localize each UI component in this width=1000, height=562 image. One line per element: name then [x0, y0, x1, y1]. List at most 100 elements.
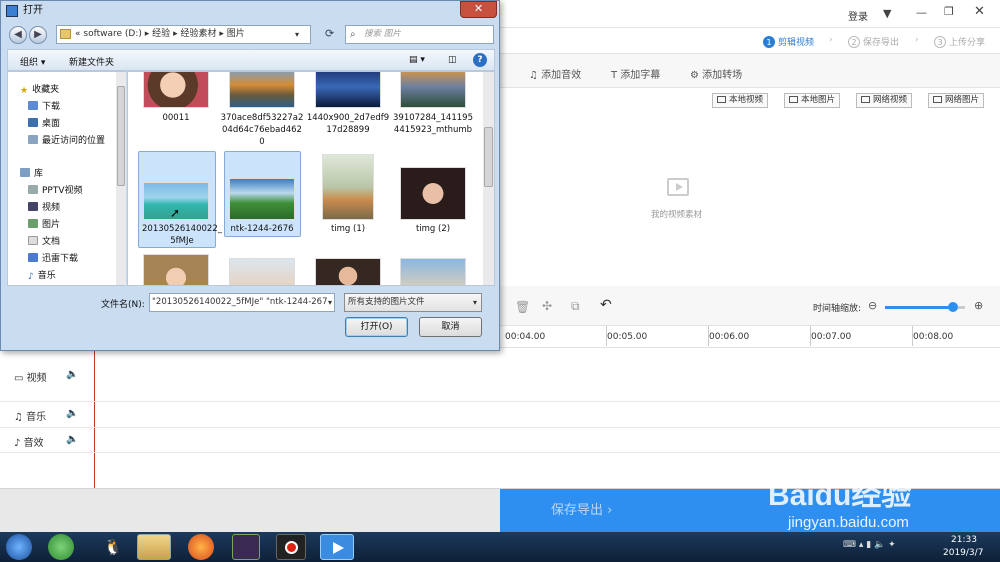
file-name[interactable]: 1440x900_2d7edf917d28899 [306, 112, 390, 136]
file-thumbnail[interactable] [400, 72, 466, 108]
ruler-tick: 00:07.00 [811, 332, 852, 342]
nav-item-recent[interactable]: 最近访问的位置 [28, 133, 105, 146]
video-editor-icon[interactable] [320, 534, 354, 560]
start-button[interactable] [6, 534, 32, 560]
firefox-icon[interactable] [188, 534, 214, 560]
file-thumbnail[interactable] [315, 72, 381, 108]
file-thumbnail[interactable] [143, 72, 209, 108]
nav-item-downloads[interactable]: 下载 [28, 99, 60, 112]
nav-item-desktop[interactable]: 桌面 [28, 116, 60, 129]
nav-item-pictures[interactable]: 图片 [28, 217, 60, 230]
file-thumbnail[interactable] [322, 154, 374, 220]
media-app-icon[interactable] [232, 534, 260, 560]
browser-360-icon[interactable] [48, 534, 74, 560]
dropdown-icon[interactable]: ▼ [883, 7, 891, 20]
zoom-in-icon[interactable]: ⊕ [974, 299, 983, 312]
zoom-out-icon[interactable]: ⊖ [868, 299, 877, 312]
step-export[interactable]: 2 保存导出 [848, 35, 899, 48]
nav-library-header[interactable]: 库 [20, 166, 43, 179]
explorer-icon[interactable] [137, 534, 171, 560]
online-video-button[interactable]: 网络视频 [856, 93, 913, 108]
back-button[interactable]: ◀ [9, 26, 27, 44]
library-icon [20, 168, 30, 177]
mouse-cursor-icon: ➚ [170, 206, 181, 220]
breadcrumb-folder[interactable]: 经验 [152, 29, 170, 39]
chevron-right-icon: › [829, 35, 833, 45]
file-thumbnail[interactable] [315, 258, 381, 285]
qq-icon[interactable]: 🐧 [98, 534, 128, 560]
filetype-select[interactable]: 所有支持的图片文件 ▾ [344, 293, 482, 312]
file-thumbnail[interactable] [229, 178, 295, 220]
file-name[interactable]: 20130526140022_5fMJe [140, 223, 224, 247]
local-video-button[interactable]: 本地视频 [712, 93, 769, 108]
address-bar[interactable]: « software (D:) ▸ 经验 ▸ 经验素材 ▸ 图片 ▾ [56, 25, 311, 44]
record-icon[interactable] [276, 534, 306, 560]
nav-item-music[interactable]: ♪ 音乐 [28, 268, 56, 282]
nav-item-thunder[interactable]: 迅雷下载 [28, 251, 78, 264]
file-name[interactable]: timg (2) [391, 223, 475, 235]
forward-button[interactable]: ▶ [29, 26, 47, 44]
online-image-button[interactable]: 网络图片 [928, 93, 985, 108]
zoom-slider[interactable] [885, 302, 965, 312]
speaker-icon[interactable]: 🔈 [66, 434, 78, 445]
delete-icon[interactable]: 🗑 [515, 300, 530, 314]
tab-add-subtitle[interactable]: T 添加字幕 [611, 66, 660, 81]
close-icon[interactable]: ✕ [974, 4, 985, 19]
chevron-down-icon[interactable]: ▾ [327, 294, 332, 311]
copy-icon[interactable]: ⧉ [571, 299, 580, 314]
preview-pane-icon[interactable]: ◫ [448, 55, 457, 65]
breadcrumb-folder[interactable]: 图片 [227, 29, 245, 39]
local-image-button[interactable]: 本地图片 [784, 93, 841, 108]
file-name[interactable]: 370ace8df53227a204d64c76ebad4620 [220, 112, 304, 148]
file-thumbnail[interactable] [143, 254, 209, 285]
file-thumbnail[interactable] [400, 167, 466, 220]
speaker-icon[interactable]: 🔈 [66, 369, 78, 380]
step-share[interactable]: 3 上传分享 [934, 35, 985, 48]
login-link[interactable]: 登录 [848, 8, 868, 23]
help-icon[interactable]: ? [473, 53, 487, 67]
nav-favorites-header[interactable]: ★ 收藏夹 [20, 82, 59, 96]
search-icon: ⌕ [350, 29, 356, 40]
nav-item-pptv[interactable]: PPTV视频 [28, 183, 83, 196]
open-file-dialog: 打开 ✕ ◀ ▶ « software (D:) ▸ 经验 ▸ 经验素材 ▸ 图… [0, 0, 500, 351]
file-thumbnail[interactable] [229, 72, 295, 108]
nav-item-videos[interactable]: 视频 [28, 200, 60, 213]
file-name[interactable]: 39107284_1411954415923_mthumb [391, 112, 475, 136]
nav-item-documents[interactable]: 文档 [28, 234, 60, 247]
speaker-icon[interactable]: 🔈 [66, 408, 78, 419]
address-row: ◀ ▶ « software (D:) ▸ 经验 ▸ 经验素材 ▸ 图片 ▾ ⟳… [7, 24, 495, 45]
navigation-pane: ★ 收藏夹 下载 桌面 最近访问的位置 库 PPTV视频 视频 图片 文档 迅雷下… [7, 71, 126, 286]
chevron-down-icon[interactable]: ▾ [295, 26, 299, 43]
view-options-icon[interactable]: ▤ ▾ [409, 55, 425, 65]
breadcrumb-drive[interactable]: software (D:) [83, 29, 142, 39]
tab-add-transition[interactable]: ⚙ 添加转场 [690, 66, 742, 81]
organize-button[interactable]: 组织 ▾ [20, 55, 45, 68]
step-edit[interactable]: 1 剪辑视频 [763, 35, 814, 48]
file-name[interactable]: 00011 [134, 112, 218, 124]
tab-add-sound[interactable]: ♫ 添加音效 [529, 66, 581, 81]
filename-input[interactable]: "20130526140022_5fMJe" "ntk-1244-267 ▾ [149, 293, 335, 312]
maximize-icon[interactable]: ❐ [944, 5, 954, 18]
minimize-icon[interactable]: — [916, 6, 927, 19]
search-input[interactable]: ⌕ 搜索 图片 [345, 25, 494, 44]
split-icon[interactable]: ✣ [542, 299, 552, 313]
file-thumbnail[interactable] [229, 258, 295, 285]
refresh-icon[interactable]: ⟳ [325, 27, 334, 40]
zoom-slider-handle[interactable] [948, 302, 958, 312]
video-placeholder-icon [667, 178, 689, 196]
nav-scrollbar[interactable] [116, 72, 126, 285]
file-scrollbar[interactable] [483, 72, 494, 285]
media-empty-label: 我的视频素材 [651, 210, 703, 220]
new-folder-button[interactable]: 新建文件夹 [69, 55, 114, 68]
file-name[interactable]: timg (1) [306, 223, 390, 235]
dialog-title: 打开 [23, 5, 43, 16]
undo-icon[interactable]: ↶ [600, 297, 612, 313]
file-name[interactable]: ntk-1244-2676 [220, 223, 304, 235]
dialog-close-button[interactable]: ✕ [460, 1, 497, 18]
ruler-tick: 00:06.00 [709, 332, 750, 342]
cancel-button[interactable]: 取消 [419, 317, 482, 337]
file-thumbnail[interactable] [400, 258, 466, 285]
open-button[interactable]: 打开(O) [345, 317, 408, 337]
breadcrumb-folder[interactable]: 经验素材 [180, 29, 216, 39]
tray-icons[interactable]: ⌨ ▴ ▮ 🔈 ✦ [843, 540, 896, 550]
